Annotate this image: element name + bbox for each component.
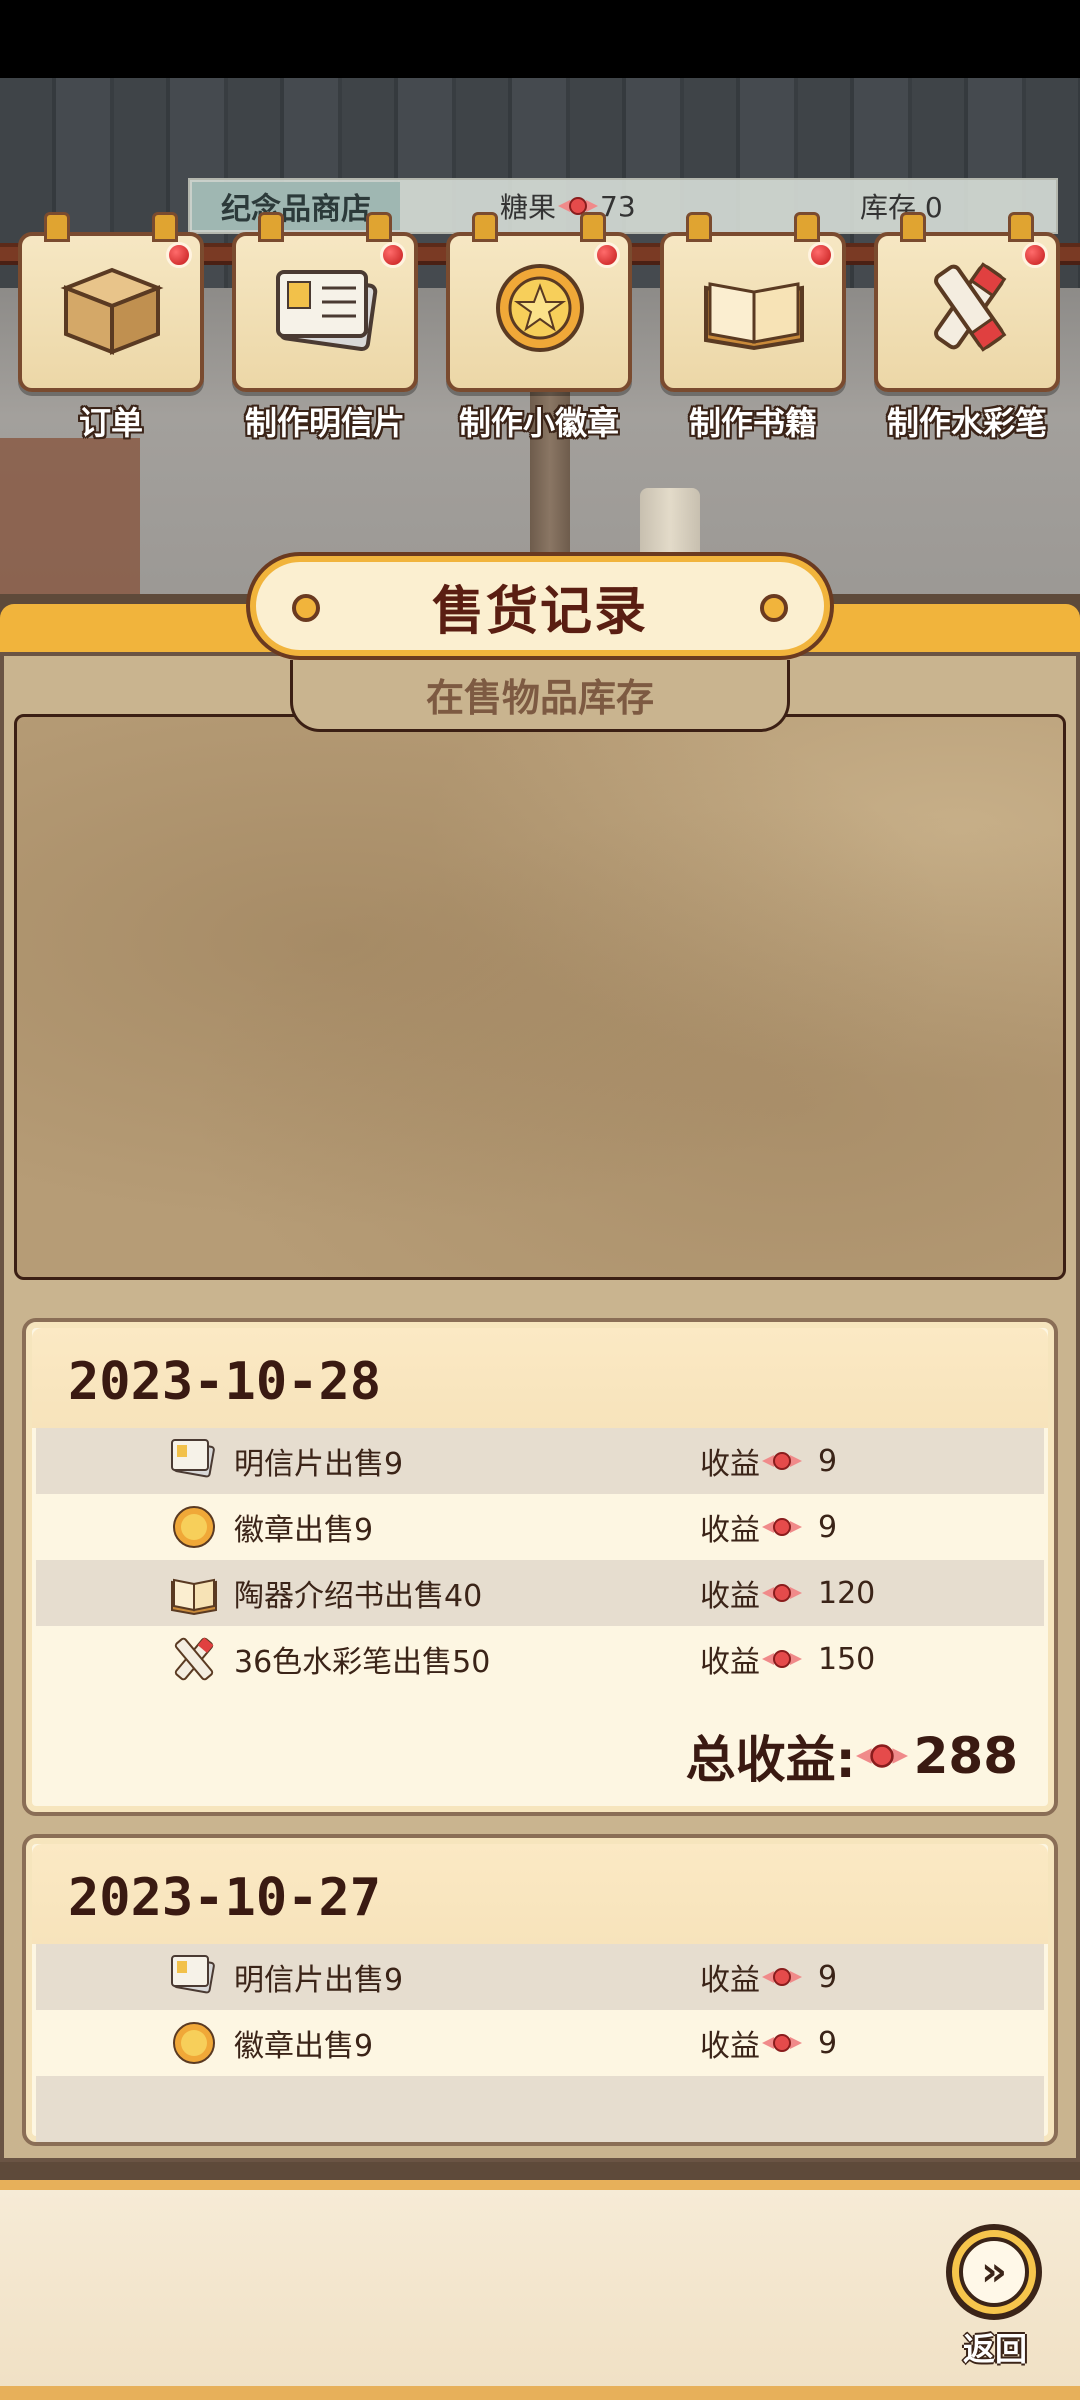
make-book-button[interactable]: 制作书籍 bbox=[660, 212, 846, 444]
record-card: 2023-10-28 明信片出售9 收益 9 徽章出售9 收益 9 陶器介绍书出售4… bbox=[22, 1318, 1058, 1816]
notification-dot bbox=[1022, 242, 1048, 268]
order-button[interactable]: 订单 bbox=[18, 212, 204, 444]
record-date: 2023-10-28 bbox=[32, 1328, 1048, 1428]
badge-icon bbox=[496, 264, 584, 352]
marker-icon bbox=[934, 262, 1007, 352]
notification-dot bbox=[808, 242, 834, 268]
badge-icon bbox=[173, 2022, 215, 2064]
candy-icon bbox=[762, 1515, 802, 1539]
notification-dot bbox=[594, 242, 620, 268]
candy-icon bbox=[762, 1449, 802, 1473]
inventory-board bbox=[14, 714, 1066, 1280]
candy-icon bbox=[855, 1740, 908, 1771]
make-badge-button[interactable]: 制作小徽章 bbox=[446, 212, 632, 444]
postcard-icon bbox=[171, 1955, 215, 1994]
bottom-bar bbox=[0, 2180, 1080, 2400]
postcard-icon bbox=[171, 1439, 215, 1478]
notification-dot bbox=[380, 242, 406, 268]
status-bar bbox=[0, 0, 1080, 78]
return-button[interactable]: » 返回 bbox=[940, 2224, 1050, 2368]
record-row: 陶器介绍书出售40 收益 120 bbox=[36, 1560, 1044, 1626]
candy-icon bbox=[762, 1647, 802, 1671]
candy-icon bbox=[762, 2031, 802, 2055]
record-total: 总收益: 288 bbox=[685, 1727, 1018, 1789]
make-postcard-button[interactable]: 制作明信片 bbox=[232, 212, 418, 444]
record-row bbox=[36, 2076, 1044, 2142]
record-row: 明信片出售9 收益 9 bbox=[36, 1428, 1044, 1494]
record-row: 徽章出售9 收益 9 bbox=[36, 1494, 1044, 1560]
postcard-icon bbox=[276, 270, 378, 352]
shop-info-bar: 纪念品商店 糖果 73 库存 0 bbox=[188, 178, 1058, 234]
record-row: 36色水彩笔出售50 收益 150 bbox=[36, 1626, 1044, 1692]
candy-icon bbox=[762, 1965, 802, 1989]
book-icon bbox=[171, 1578, 217, 1616]
candy-icon bbox=[762, 1581, 802, 1605]
badge-icon bbox=[173, 1506, 215, 1548]
panel-title: 售货记录 bbox=[250, 556, 830, 656]
arrow-right-icon: » bbox=[959, 2237, 1029, 2307]
record-row: 明信片出售9 收益 9 bbox=[36, 1944, 1044, 2010]
sales-record-list[interactable]: 2023-10-28 明信片出售9 收益 9 徽章出售9 收益 9 陶器介绍书出售4… bbox=[18, 1318, 1062, 2156]
candy-label: 糖果 bbox=[500, 191, 557, 224]
candy-count: 糖果 73 bbox=[500, 180, 636, 232]
record-card: 2023-10-27 明信片出售9 收益 9 徽章出售9 收益 9 bbox=[22, 1834, 1058, 2146]
inventory-title: 在售物品库存 bbox=[290, 660, 790, 732]
book-icon bbox=[704, 282, 804, 351]
notification-dot bbox=[166, 242, 192, 268]
marker-icon bbox=[174, 1637, 214, 1681]
record-row: 徽章出售9 收益 9 bbox=[36, 2010, 1044, 2076]
record-date: 2023-10-27 bbox=[32, 1844, 1048, 1944]
box-icon bbox=[60, 267, 164, 355]
make-marker-button[interactable]: 制作水彩笔 bbox=[874, 212, 1060, 444]
